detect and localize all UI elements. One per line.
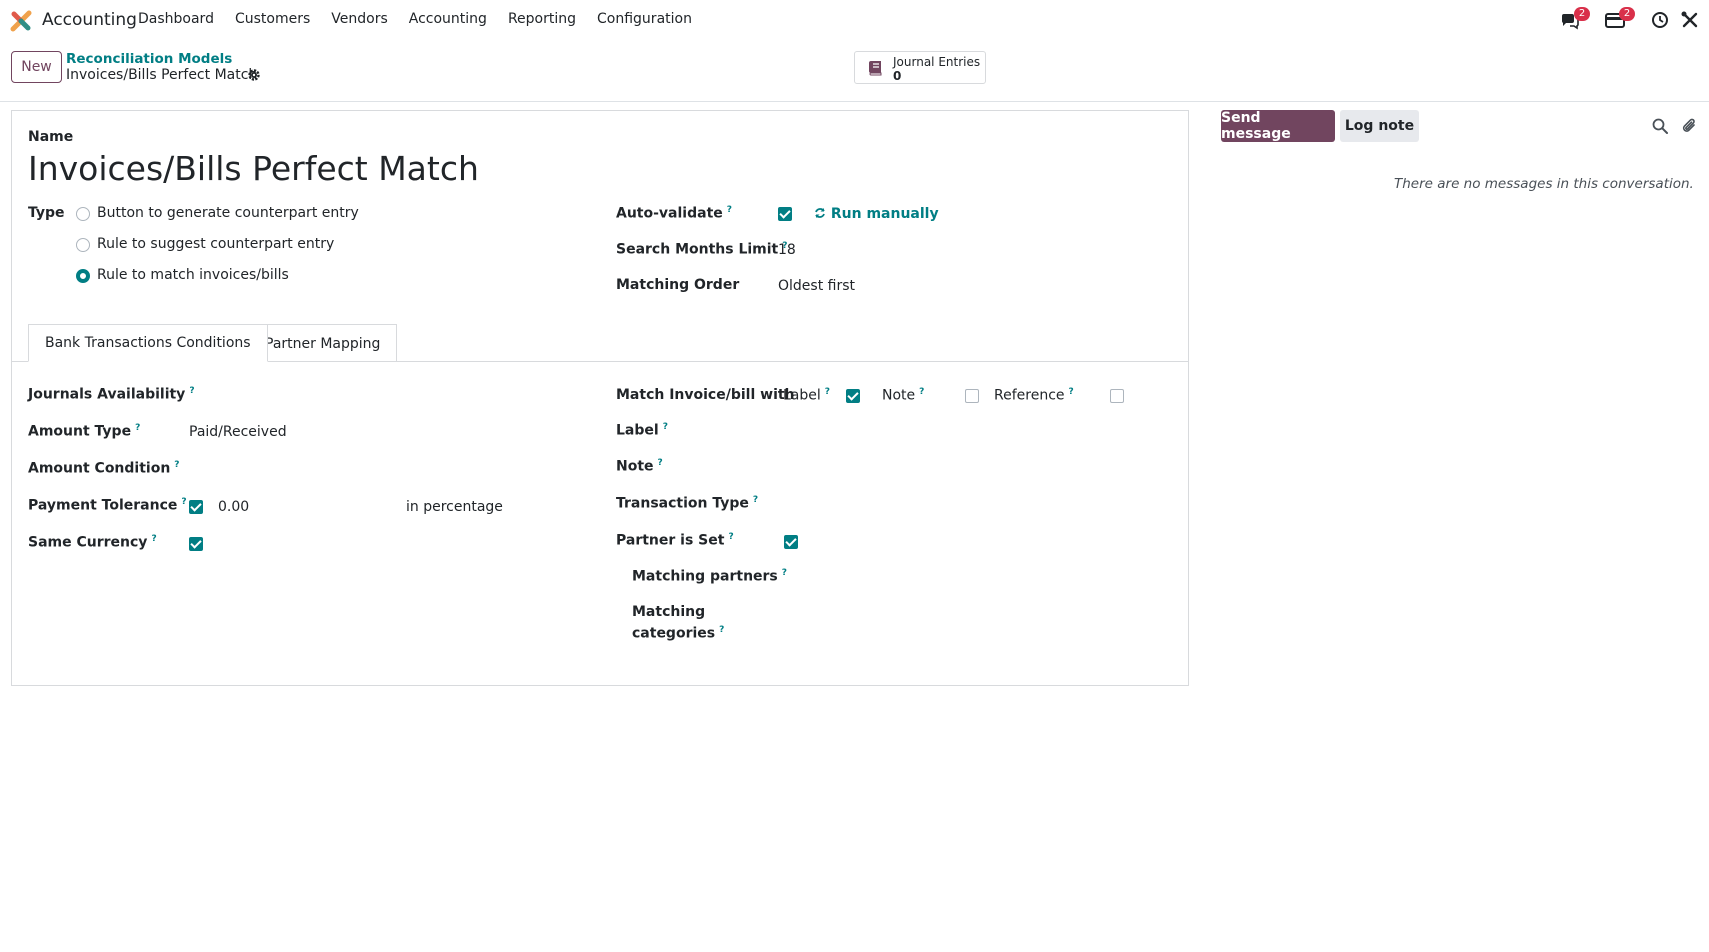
auto-validate-label: Auto-validate? [616, 205, 732, 222]
type-option-suggest[interactable]: Rule to suggest counterpart entry [97, 236, 334, 252]
partner-is-set-label: Partner is Set? [616, 532, 734, 549]
help-icon[interactable]: ? [658, 458, 663, 468]
control-panel-divider [0, 101, 1709, 102]
activities-icon[interactable]: 2 [1605, 7, 1635, 30]
match-note-label: Note? [882, 387, 925, 404]
journals-availability-label: Journals Availability? [28, 386, 195, 403]
payment-tolerance-unit[interactable]: in percentage [406, 499, 503, 515]
match-note-checkbox[interactable] [965, 389, 979, 403]
form-sheet: Name Invoices/Bills Perfect Match Type B… [11, 110, 1189, 686]
debug-icon[interactable] [1680, 10, 1702, 30]
help-icon[interactable]: ? [728, 532, 733, 542]
type-label: Type [28, 205, 65, 221]
help-icon[interactable]: ? [782, 568, 787, 578]
note-condition-label: Note? [616, 458, 663, 475]
type-option-button[interactable]: Button to generate counterpart entry [97, 205, 359, 221]
match-reference-label: Reference? [994, 387, 1074, 404]
help-icon[interactable]: ? [825, 387, 830, 397]
type-radio-button[interactable] [76, 207, 90, 221]
type-radio-suggest[interactable] [76, 238, 90, 252]
amount-type-field[interactable]: Paid/Received [189, 424, 287, 440]
payment-tolerance-field[interactable]: 0.00 [218, 499, 249, 515]
help-icon[interactable]: ? [174, 460, 179, 470]
search-icon[interactable] [1651, 117, 1669, 135]
breadcrumb-parent[interactable]: Reconciliation Models [66, 51, 232, 67]
log-note-button[interactable]: Log note [1340, 110, 1419, 142]
smart-button-label: Journal Entries [893, 55, 981, 69]
paperclip-icon[interactable] [1681, 117, 1699, 135]
refresh-icon [815, 208, 825, 218]
search-months-label: Search Months Limit? [616, 241, 788, 258]
help-icon[interactable]: ? [181, 497, 186, 507]
journal-entries-smart-button[interactable]: Journal Entries 0 [854, 51, 986, 84]
label-condition-label: Label? [616, 422, 668, 439]
type-radio-match[interactable] [76, 269, 90, 283]
matching-categories-label-line1: Matching [632, 604, 706, 620]
match-label-label: Label? [783, 387, 831, 404]
send-message-button[interactable]: Send message [1221, 110, 1335, 142]
match-with-label: Match Invoice/bill with [616, 387, 795, 403]
name-label: Name [28, 129, 74, 145]
matching-order-field[interactable]: Oldest first [778, 278, 855, 294]
help-icon[interactable]: ? [1069, 387, 1074, 397]
search-months-field[interactable]: 18 [778, 242, 796, 258]
match-reference-checkbox[interactable] [1110, 389, 1124, 403]
help-icon[interactable]: ? [753, 495, 758, 505]
messages-icon[interactable]: 2 [1560, 7, 1590, 30]
breadcrumb-current: Invoices/Bills Perfect Match [66, 67, 258, 83]
match-label-checkbox[interactable] [846, 389, 860, 403]
help-icon[interactable]: ? [189, 386, 194, 396]
clock-icon[interactable] [1650, 10, 1672, 30]
matching-categories-label-line2: categories? [632, 625, 725, 642]
messages-badge: 2 [1574, 7, 1590, 21]
tab-bank-transactions-conditions[interactable]: Bank Transactions Conditions [28, 324, 268, 362]
tab-partner-mapping[interactable]: Partner Mapping [248, 324, 398, 362]
partner-is-set-checkbox[interactable] [784, 535, 798, 549]
same-currency-checkbox[interactable] [189, 537, 203, 551]
help-icon[interactable]: ? [135, 423, 140, 433]
book-icon [869, 61, 882, 76]
matching-partners-label: Matching partners? [632, 568, 787, 585]
new-button[interactable]: New [11, 51, 62, 83]
payment-tolerance-label: Payment Tolerance? [28, 497, 187, 514]
type-option-match[interactable]: Rule to match invoices/bills [97, 267, 289, 283]
gear-icon[interactable] [247, 68, 261, 82]
auto-validate-checkbox[interactable] [778, 207, 792, 221]
activities-badge: 2 [1619, 7, 1635, 21]
smart-button-value: 0 [893, 69, 902, 83]
top-navbar: Accounting Dashboard Customers Vendors A… [0, 0, 1709, 40]
run-manually-button[interactable]: Run manually [814, 206, 939, 222]
payment-tolerance-checkbox[interactable] [189, 500, 203, 514]
name-field[interactable]: Invoices/Bills Perfect Match [28, 149, 479, 188]
same-currency-label: Same Currency? [28, 534, 157, 551]
help-icon[interactable]: ? [663, 422, 668, 432]
help-icon[interactable]: ? [919, 387, 924, 397]
amount-condition-label: Amount Condition? [28, 460, 180, 477]
help-icon[interactable]: ? [727, 205, 732, 215]
empty-conversation-text: There are no messages in this conversati… [1394, 176, 1694, 192]
help-icon[interactable]: ? [719, 625, 724, 635]
matching-order-label: Matching Order [616, 277, 740, 293]
systray: 2 2 [0, 0, 1709, 40]
help-icon[interactable]: ? [151, 534, 156, 544]
amount-type-label: Amount Type? [28, 423, 141, 440]
transaction-type-label: Transaction Type? [616, 495, 759, 512]
